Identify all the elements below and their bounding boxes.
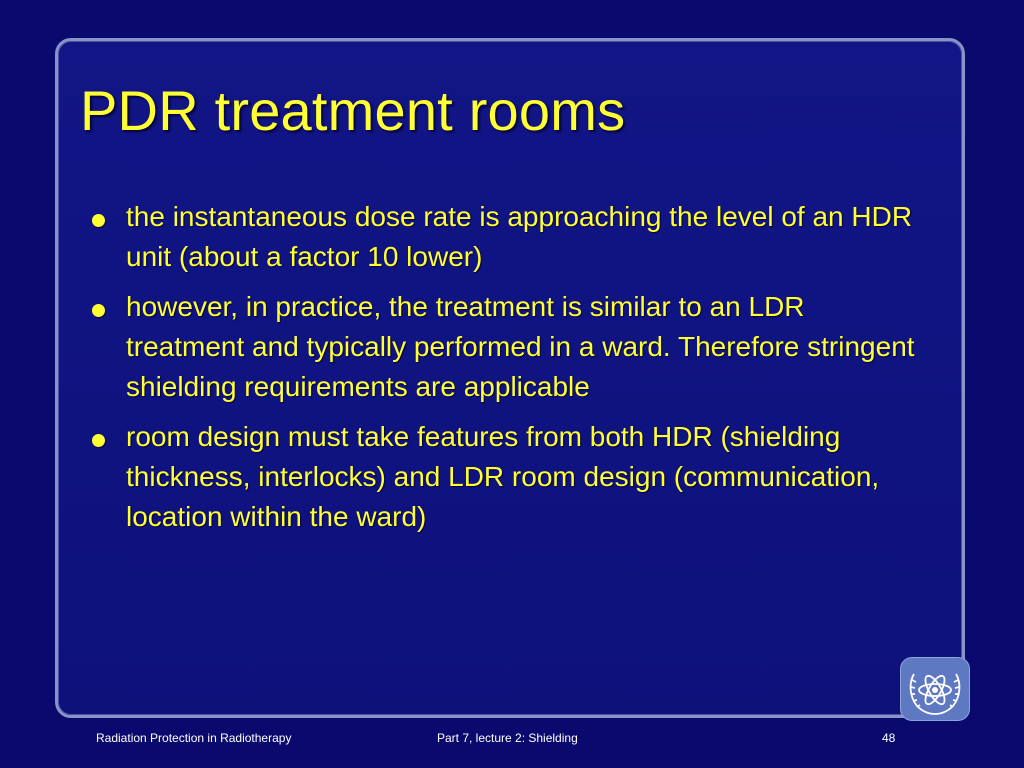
bullet-item: the instantaneous dose rate is approachi… — [88, 197, 928, 277]
footer-page-number: 48 — [882, 731, 896, 745]
iaea-logo — [900, 657, 970, 721]
footer-lecture-title: Part 7, lecture 2: Shielding — [437, 731, 578, 745]
bullet-text: however, in practice, the treatment is s… — [126, 291, 915, 402]
bullet-text: room design must take features from both… — [126, 421, 880, 532]
bullet-dot-icon — [92, 434, 105, 447]
bullet-item: however, in practice, the treatment is s… — [88, 287, 928, 407]
bullet-item: room design must take features from both… — [88, 417, 928, 537]
bullet-text: the instantaneous dose rate is approachi… — [126, 201, 913, 272]
iaea-atom-logo-icon — [909, 673, 961, 715]
footer-course-title: Radiation Protection in Radiotherapy — [96, 731, 292, 745]
bullet-dot-icon — [92, 304, 105, 317]
slide-title: PDR treatment rooms — [80, 79, 626, 142]
bullet-list: the instantaneous dose rate is approachi… — [88, 197, 928, 547]
bullet-dot-icon — [92, 214, 105, 227]
